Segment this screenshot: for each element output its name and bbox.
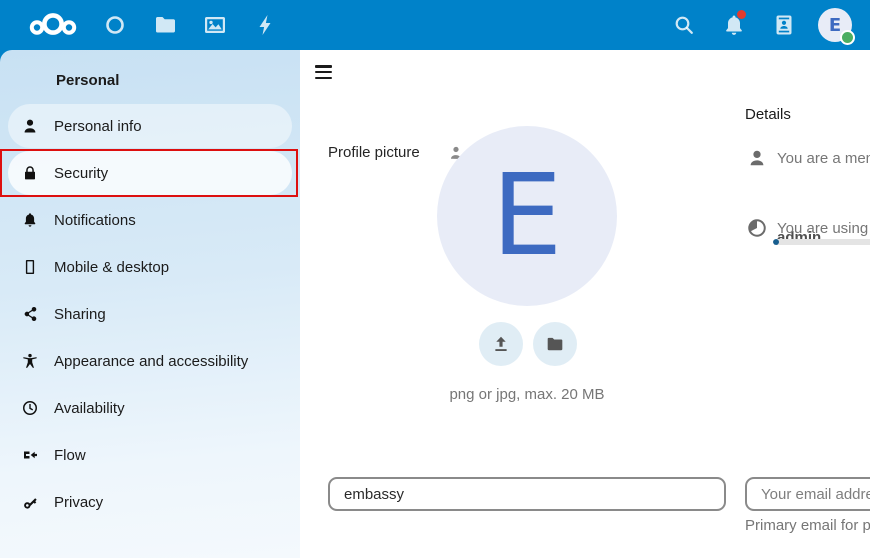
search-icon[interactable] [672, 13, 696, 37]
top-header-bar: E [0, 0, 870, 50]
avatar-upload-hint: png or jpg, max. 20 MB [328, 386, 726, 403]
sidebar-item-personal-info[interactable]: Personal info [8, 104, 292, 148]
activity-lightning-icon[interactable] [253, 13, 277, 37]
lock-icon [22, 165, 38, 181]
email-input[interactable] [745, 477, 870, 511]
notification-badge [737, 10, 746, 19]
quota-pie-icon [747, 218, 767, 238]
hamburger-menu-icon[interactable] [315, 65, 332, 79]
flow-arrow-icon [22, 447, 38, 463]
sidebar-item-label: Mobile & desktop [54, 259, 169, 276]
user-avatar[interactable]: E [818, 8, 852, 42]
profile-avatar: E [437, 126, 617, 306]
accessibility-icon [22, 353, 38, 369]
nextcloud-logo-icon[interactable] [28, 10, 78, 40]
profile-picture-label: Profile picture [328, 144, 420, 161]
quota-usage-text: You are using 1 [777, 220, 870, 237]
phone-icon [22, 259, 38, 275]
clock-icon [22, 400, 38, 416]
sidebar-item-notifications[interactable]: Notifications [8, 198, 292, 242]
contacts-icon[interactable] [772, 13, 796, 37]
group-membership-text: You are a member of the following groups… [777, 150, 870, 167]
choose-from-files-button[interactable] [533, 322, 577, 366]
online-status-dot [840, 30, 855, 45]
sidebar-item-label: Personal info [54, 118, 142, 135]
key-icon [22, 494, 38, 510]
bell-icon [22, 212, 38, 228]
photos-icon[interactable] [203, 13, 227, 37]
avatar-initial: E [829, 15, 841, 36]
sidebar-item-label: Appearance and accessibility [54, 353, 248, 370]
sidebar-item-privacy[interactable]: Privacy [8, 480, 292, 524]
sidebar-item-appearance-accessibility[interactable]: Appearance and accessibility [8, 339, 292, 383]
details-heading: Details [745, 106, 791, 123]
dashboard-icon[interactable] [103, 13, 127, 37]
email-hint: Primary email for password reset and not… [745, 517, 870, 534]
notifications-bell-icon[interactable] [722, 13, 746, 37]
quota-progress-fill [773, 239, 779, 245]
files-folder-icon[interactable] [153, 13, 177, 37]
sidebar-item-label: Security [54, 165, 108, 182]
profile-avatar-initial: E [492, 160, 563, 272]
upload-avatar-button[interactable] [479, 322, 523, 366]
personal-info-content: Profile picture E png or jpg, max. 20 MB… [300, 50, 870, 558]
sidebar-item-security[interactable]: Security [8, 151, 292, 195]
sidebar-item-label: Privacy [54, 494, 103, 511]
settings-nav: Personal info Security Notifications Mob… [8, 104, 292, 524]
sidebar-item-mobile-desktop[interactable]: Mobile & desktop [8, 245, 292, 289]
sidebar-heading: Personal [56, 72, 119, 89]
settings-sidebar: Personal Personal info Security Notifica… [0, 50, 300, 558]
sidebar-item-flow[interactable]: Flow [8, 433, 292, 477]
share-icon [22, 306, 38, 322]
group-member-icon [747, 148, 767, 168]
sidebar-item-label: Flow [54, 447, 86, 464]
nextcloud-app: E Personal Personal info Security [0, 0, 870, 558]
sidebar-item-label: Sharing [54, 306, 106, 323]
full-name-input[interactable] [328, 477, 726, 511]
sidebar-item-availability[interactable]: Availability [8, 386, 292, 430]
sidebar-item-sharing[interactable]: Sharing [8, 292, 292, 336]
sidebar-item-label: Notifications [54, 212, 136, 229]
user-icon [22, 118, 38, 134]
sidebar-item-label: Availability [54, 400, 125, 417]
quota-progress-bar [773, 239, 870, 245]
